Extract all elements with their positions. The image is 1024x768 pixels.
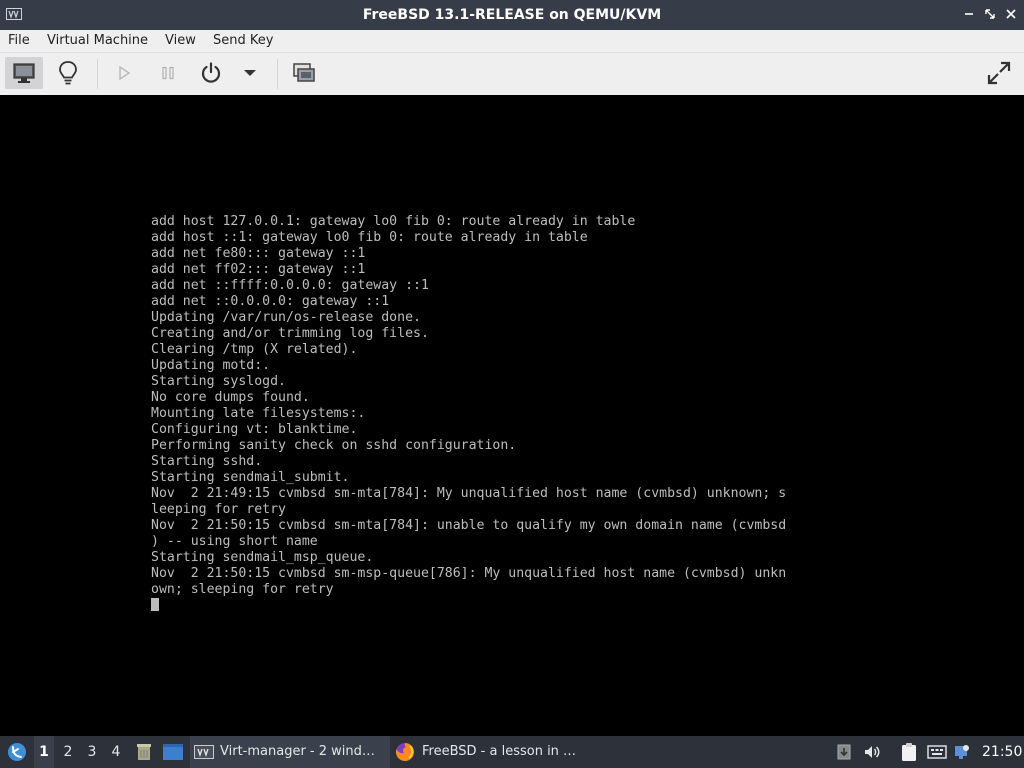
keyboard-icon — [927, 745, 947, 759]
run-button[interactable] — [105, 57, 143, 89]
clipboard-icon — [902, 743, 916, 761]
console-view-button[interactable] — [5, 57, 43, 89]
close-icon[interactable] — [1004, 7, 1018, 21]
console-line: Updating motd:. — [151, 358, 271, 373]
trash-launcher[interactable] — [133, 736, 155, 768]
show-desktop-button[interactable] — [160, 736, 186, 768]
console-line: No core dumps found. — [151, 390, 310, 405]
console-line: Updating /var/run/os-release done. — [151, 310, 421, 325]
workspace-2[interactable]: 2 — [58, 736, 78, 768]
volume-icon — [865, 746, 880, 758]
pause-icon — [162, 66, 174, 80]
tray-item[interactable] — [834, 736, 854, 768]
firefox-icon — [395, 743, 414, 761]
menu-view[interactable]: View — [165, 30, 196, 52]
shutdown-menu-button[interactable] — [231, 57, 269, 89]
toolbar — [0, 53, 1024, 96]
console-line: add net ::0.0.0.0: gateway ::1 — [151, 294, 390, 309]
update-notifier-icon — [837, 744, 851, 760]
menu-virtual-machine[interactable]: Virtual Machine — [47, 30, 148, 52]
pause-button[interactable] — [149, 57, 187, 89]
workspace-4[interactable]: 4 — [106, 736, 126, 768]
menu-send-key[interactable]: Send Key — [213, 30, 273, 52]
console-line: Creating and/or trimming log files. — [151, 326, 429, 341]
console-line: Starting sshd. — [151, 454, 263, 469]
console-line: leeping for retry — [151, 502, 286, 517]
volume-control[interactable] — [861, 736, 883, 768]
minimize-icon[interactable] — [962, 7, 976, 21]
console-line: Mounting late filesystems:. — [151, 406, 366, 421]
desktop-icon — [163, 744, 183, 760]
workspace-3[interactable]: 3 — [82, 736, 102, 768]
clock[interactable]: 21:50 — [982, 736, 1022, 768]
chevron-down-icon — [244, 70, 256, 76]
monitor-icon — [13, 63, 35, 83]
network-icon — [955, 745, 969, 759]
menu-bar: File Virtual Machine View Send Key — [0, 30, 1024, 53]
console-cursor — [151, 598, 159, 611]
virt-manager-icon — [194, 745, 214, 759]
console-line: add host ::1: gateway lo0 fib 0: route a… — [151, 230, 588, 245]
task-virt-manager[interactable]: Virt-manager - 2 wind… — [190, 736, 390, 768]
window-titlebar: FreeBSD 13.1-RELEASE on QEMU/KVM — [0, 0, 1024, 30]
taskbar: 1 2 3 4 Virt-manager - 2 wind… FreeBSD - — [0, 736, 1024, 768]
console-line: Nov 2 21:50:15 cvmbsd sm-mta[784]: unabl… — [151, 518, 787, 533]
console-line: Starting sendmail_submit. — [151, 470, 350, 485]
snapshot-icon — [293, 63, 315, 82]
window-title: FreeBSD 13.1-RELEASE on QEMU/KVM — [362, 7, 662, 23]
console-line: Performing sanity check on sshd configur… — [151, 438, 517, 453]
snapshots-button[interactable] — [285, 57, 323, 89]
console-line: Starting sendmail_msp_queue. — [151, 550, 374, 565]
console-line: add net ::ffff:0.0.0.0: gateway ::1 — [151, 278, 429, 293]
fullscreen-icon — [987, 61, 1011, 85]
console-line: add net ff02::: gateway ::1 — [151, 262, 366, 277]
console-line: own; sleeping for retry — [151, 582, 334, 597]
console-line: Nov 2 21:50:15 cvmbsd sm-msp-queue[786]:… — [151, 566, 787, 581]
toolbar-separator — [277, 59, 278, 89]
start-menu-icon — [8, 743, 26, 761]
console-line: Nov 2 21:49:15 cvmbsd sm-mta[784]: My un… — [151, 486, 787, 501]
console-line: add host 127.0.0.1: gateway lo0 fib 0: r… — [151, 214, 636, 229]
keyboard-tray[interactable] — [926, 736, 948, 768]
workspace-1[interactable]: 1 — [34, 736, 54, 768]
power-icon — [201, 62, 221, 83]
clipboard-tray[interactable] — [898, 736, 920, 768]
console-line: add net fe80::: gateway ::1 — [151, 246, 366, 261]
menu-file[interactable]: File — [8, 30, 30, 52]
play-icon — [119, 65, 131, 81]
fullscreen-button[interactable] — [980, 57, 1018, 89]
task-firefox[interactable]: FreeBSD - a lesson in … — [392, 736, 594, 768]
maximize-icon[interactable] — [983, 7, 997, 21]
console-line: Clearing /tmp (X related). — [151, 342, 358, 357]
console-line: ) -- using short name — [151, 534, 318, 549]
details-view-button[interactable] — [49, 57, 87, 89]
network-tray[interactable] — [952, 736, 972, 768]
task-label: FreeBSD - a lesson in … — [422, 744, 577, 759]
console-output: add host 127.0.0.1: gateway lo0 fib 0: r… — [151, 214, 786, 614]
trash-icon — [137, 744, 151, 760]
start-menu-button[interactable] — [4, 736, 30, 768]
console-line: Configuring vt: blanktime. — [151, 422, 358, 437]
lightbulb-icon — [59, 61, 77, 85]
toolbar-separator — [97, 59, 98, 89]
vm-console[interactable]: add host 127.0.0.1: gateway lo0 fib 0: r… — [0, 95, 1024, 736]
shutdown-button[interactable] — [192, 57, 230, 89]
console-line: Starting syslogd. — [151, 374, 286, 389]
task-label: Virt-manager - 2 wind… — [220, 744, 375, 759]
